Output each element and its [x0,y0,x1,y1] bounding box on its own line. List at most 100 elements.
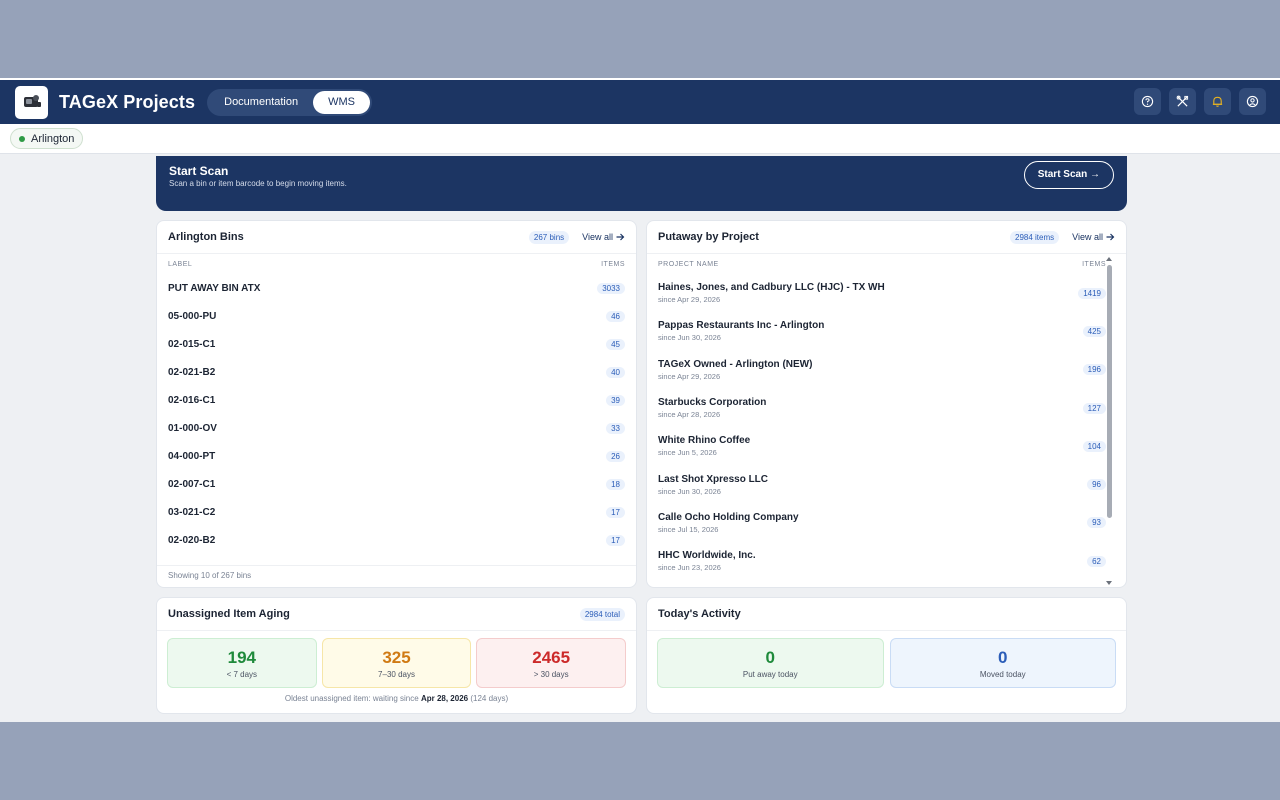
put-away-today-stat: 0 Put away today [657,638,884,688]
putaway-view-all-link[interactable]: View all [1072,232,1115,242]
start-scan-button[interactable]: Start Scan → [1023,161,1114,189]
col-items: ITEMS [1082,260,1106,268]
project-info: HHC Worldwide, Inc. since Jun 23, 2026 [658,550,756,572]
bin-item-count: 33 [606,422,625,434]
project-name: White Rhino Coffee [658,435,751,447]
bin-label: 02-007-C1 [168,478,216,490]
scroll-thumb[interactable] [1107,265,1112,518]
scan-subtitle: Scan a bin or item barcode to begin movi… [169,179,347,188]
project-name: Haines, Jones, and Cadbury LLC (HJC) - T… [658,282,885,294]
project-row[interactable]: Haines, Jones, and Cadbury LLC (HJC) - T… [647,274,1106,312]
tools-icon [1176,95,1189,107]
moved-today-label: Moved today [979,670,1026,679]
bin-item-count: 45 [606,338,625,350]
activity-card-header: Today's Activity [647,598,1126,631]
project-since: since Jul 15, 2026 [658,524,719,534]
aging-bucket-label: > 30 days [533,670,569,679]
bins-card-title: Arlington Bins [168,231,244,243]
bin-item-count: 39 [606,394,625,406]
bin-row[interactable]: 02-016-C1 39 [157,386,636,414]
project-item-count: 1419 [1078,287,1106,299]
arrow-right-icon [616,233,625,241]
bin-row[interactable]: 04-000-PT 26 [157,442,636,470]
bin-label: 02-020-B2 [168,534,216,546]
project-name: Pappas Restaurants Inc - Arlington [658,320,825,332]
bin-row[interactable]: 02-015-C1 45 [157,330,636,358]
activity-card: Today's Activity 0 Put away today 0 Move… [646,597,1127,714]
top-actions [1134,88,1266,115]
bin-row[interactable]: PUT AWAY BIN ATX 3033 [157,274,636,302]
top-bar: TAGeX Projects Documentation WMS [0,80,1280,124]
tab-documentation[interactable]: Documentation [209,91,313,114]
oldest-note-suffix: (124 days) [470,694,509,703]
project-row[interactable]: Pappas Restaurants Inc - Arlington since … [647,312,1106,350]
aging-bucket-value: 194 [227,648,257,667]
app-logo[interactable] [15,85,48,119]
moved-today-value: 0 [998,648,1008,667]
aging-bucket-value: 2465 [532,648,571,667]
aging-total-badge: 2984 total [579,607,625,621]
bin-row[interactable]: 02-020-B2 17 [157,526,636,554]
scroll-down-icon[interactable] [1106,581,1112,585]
bin-label: 04-000-PT [168,450,216,462]
bins-card: Arlington Bins 267 bins View all LABEL I… [156,220,637,588]
project-since: since Jun 5, 2026 [658,448,717,458]
site-status-dot [19,135,25,142]
scan-title: Start Scan [169,164,229,178]
project-row[interactable]: Calle Ocho Holding Company since Jul 15, … [647,504,1106,542]
aging-bucket-under-7[interactable]: 194 < 7 days [167,638,317,688]
project-row[interactable]: HHC Worldwide, Inc. since Jun 23, 2026 62 [647,542,1106,580]
putaway-view-all-label: View all [1072,232,1103,242]
project-since: since Apr 28, 2026 [658,410,721,420]
project-since: since Apr 29, 2026 [658,371,721,381]
bin-row[interactable]: 01-000-OV 33 [157,414,636,442]
aging-bucket-over-30[interactable]: 2465 > 30 days [476,638,627,688]
bin-row[interactable]: 02-021-B2 40 [157,358,636,386]
activity-stats: 0 Put away today 0 Moved today [647,631,1126,688]
oldest-note-prefix: Oldest unassigned item: waiting since [284,694,419,703]
help-icon [1141,95,1154,108]
aging-card-title: Unassigned Item Aging [168,608,290,620]
project-info: Haines, Jones, and Cadbury LLC (HJC) - T… [658,282,885,304]
project-row[interactable]: Starbucks Corporation since Apr 28, 2026 1… [647,389,1106,427]
bin-row[interactable]: 02-007-C1 18 [157,470,636,498]
site-selector[interactable]: Arlington [10,128,84,149]
bin-label: 05-000-PU [168,310,217,322]
bins-list: PUT AWAY BIN ATX 3033 05-000-PU 46 02-015-C1… [157,274,636,554]
project-info: Calle Ocho Holding Company since Jul 15, … [658,512,799,534]
scroll-up-icon[interactable] [1106,257,1112,261]
col-items: ITEMS [601,260,625,268]
project-item-count: 104 [1082,440,1106,452]
bins-card-header: Arlington Bins 267 bins View all [157,221,636,254]
project-since: since Jun 30, 2026 [658,486,721,496]
account-button[interactable] [1239,88,1266,115]
aging-bucket-7-30[interactable]: 325 7–30 days [321,638,472,688]
bins-footer: Showing 10 of 267 bins [157,565,636,587]
project-info: Pappas Restaurants Inc - Arlington since … [658,320,824,342]
help-button[interactable] [1134,88,1161,115]
notifications-button[interactable] [1204,88,1231,115]
putaway-scrollbar[interactable] [1106,257,1112,585]
putaway-count-badge: 2984 items [1010,230,1060,244]
bin-row[interactable]: 03-021-C2 17 [157,498,636,526]
bin-label: 01-000-OV [168,422,217,434]
project-row[interactable]: TAGeX Owned - Arlington (NEW) since Apr 2… [647,351,1106,389]
col-project-name: PROJECT NAME [658,260,719,268]
project-row[interactable]: Last Shot Xpresso LLC since Jun 30, 2026 9… [647,465,1106,503]
bins-count-badge: 267 bins [528,230,570,244]
project-name: Starbucks Corporation [658,397,767,409]
tab-wms[interactable]: WMS [313,90,371,114]
project-info: Last Shot Xpresso LLC since Jun 30, 2026 [658,474,768,496]
aging-bucket-label: < 7 days [226,670,258,679]
bin-item-count: 26 [606,450,625,462]
bins-view-all-link[interactable]: View all [582,232,625,242]
aging-card: Unassigned Item Aging 2984 total 194 < 7… [156,597,637,714]
project-row[interactable]: White Rhino Coffee since Jun 5, 2026 104 [647,427,1106,465]
tools-button[interactable] [1169,88,1196,115]
putaway-card-title: Putaway by Project [658,231,759,243]
putaway-card-header: Putaway by Project 2984 items View all [647,221,1126,254]
bin-row[interactable]: 05-000-PU 46 [157,302,636,330]
project-since: since Apr 29, 2026 [658,295,721,305]
bin-label: 02-016-C1 [168,394,216,406]
aging-bucket-label: 7–30 days [378,670,415,679]
